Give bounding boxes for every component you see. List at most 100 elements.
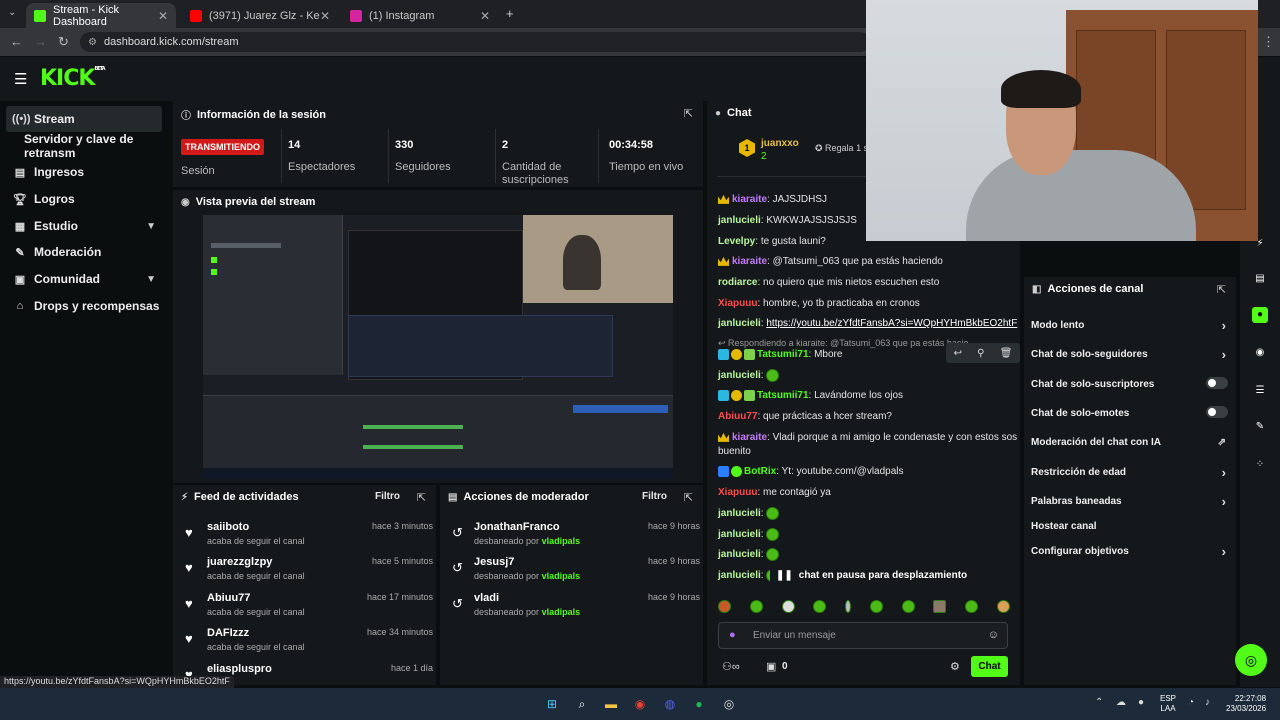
forward-icon[interactable]: → <box>34 34 47 49</box>
obs-icon[interactable]: ◎ <box>720 695 738 713</box>
emote-icon[interactable] <box>749 600 763 613</box>
filter-button[interactable]: Filtro <box>642 491 667 502</box>
close-icon[interactable]: ✕ <box>320 9 330 23</box>
windows-start-icon[interactable]: ⊞ <box>543 695 561 713</box>
kick-logo[interactable]: KICKBETA <box>40 66 106 91</box>
emote-icon[interactable] <box>718 600 731 613</box>
emote-icon[interactable] <box>781 600 795 613</box>
chat-username[interactable]: janlucieli <box>718 370 761 381</box>
emote-icon[interactable] <box>813 600 827 613</box>
microphone-icon[interactable]: ● <box>1138 697 1144 708</box>
emote-icon[interactable] <box>965 600 979 613</box>
action-host-channel[interactable]: Hostear canal <box>1031 521 1231 532</box>
mod-action-by[interactable]: vladipals <box>542 571 581 581</box>
mod-action-by[interactable]: vladipals <box>542 607 581 617</box>
more-icon[interactable]: ⁘ <box>1252 457 1268 473</box>
action-ai-moderation[interactable]: Moderación del chat con IA ⇗ <box>1031 437 1231 448</box>
tray-chevron-icon[interactable]: ⌃ <box>1095 697 1103 708</box>
list-icon[interactable]: ☰ <box>1252 383 1268 399</box>
chat-username[interactable]: janlucieli <box>718 508 761 519</box>
trash-icon[interactable]: 🗑︎ <box>1000 348 1013 359</box>
emote-icon[interactable] <box>869 600 883 613</box>
sidebar-item-ingresos[interactable]: ▤ Ingresos <box>6 159 162 185</box>
subscribers-only-toggle[interactable] <box>1206 377 1228 389</box>
tray-app-icon[interactable]: ☁ <box>1116 697 1126 708</box>
action-followers-only[interactable]: Chat de solo-seguidores › <box>1031 347 1231 362</box>
chrome-icon[interactable]: ◉ <box>631 695 649 713</box>
chat-username[interactable]: kiaraite <box>732 432 767 443</box>
activity-user[interactable]: Abiuu77 <box>207 592 250 604</box>
back-icon[interactable]: ← <box>10 34 23 49</box>
sidebar-item-moderacion[interactable]: ✎ Moderación <box>6 239 162 265</box>
action-age-restriction[interactable]: Restricción de edad › <box>1031 465 1231 480</box>
discord-icon[interactable]: ◍ <box>661 695 679 713</box>
site-info-icon[interactable]: ⚙ <box>88 37 97 48</box>
action-banned-words[interactable]: Palabras baneadas › <box>1031 494 1231 509</box>
tab-instagram[interactable]: (1) Instagram ✕ <box>342 3 498 28</box>
search-icon[interactable]: ⌕ <box>573 695 591 713</box>
url-field[interactable]: ⚙ dashboard.kick.com/stream <box>80 32 870 52</box>
mod-action-user[interactable]: vladi <box>474 592 499 604</box>
chat-username[interactable]: janlucieli <box>718 318 761 329</box>
expand-icon[interactable]: ⇱ <box>684 107 693 120</box>
expand-icon[interactable]: ⇱ <box>417 491 426 504</box>
sidebar-item-server-key[interactable]: Servidor y clave de retransm <box>18 132 178 160</box>
mod-action-user[interactable]: JonathanFranco <box>474 521 560 533</box>
chat-send-button[interactable]: Chat <box>971 656 1008 677</box>
clock[interactable]: 22:27:08 23/03/2026 <box>1226 694 1266 714</box>
chat-username[interactable]: Xiapuuu <box>718 298 757 309</box>
reload-icon[interactable]: ↻ <box>58 34 69 50</box>
chat-username[interactable]: Xiapuuu <box>718 487 757 498</box>
chat-username[interactable]: kiaraite <box>732 256 767 267</box>
chat-link[interactable]: https://youtu.be/zYfdtFansbA?si=WQpHYHmB… <box>766 318 1017 329</box>
tab-list-icon[interactable]: ⌄ <box>8 7 16 18</box>
chat-username[interactable]: Tatsumii71 <box>757 390 809 401</box>
chat-username[interactable]: janlucieli <box>718 570 761 581</box>
chat-paused-banner[interactable]: ❚❚ chat en pausa para desplazamiento <box>770 565 970 585</box>
file-explorer-icon[interactable]: ▬ <box>602 695 620 713</box>
chat-username[interactable]: janlucieli <box>718 529 761 540</box>
action-slow-mode[interactable]: Modo lento › <box>1031 318 1231 333</box>
clipboard-icon[interactable]: ▤ <box>1252 271 1268 287</box>
sidebar-item-comunidad[interactable]: ▣ Comunidad ▼ <box>6 266 162 292</box>
chat-username[interactable]: janlucieli <box>718 215 761 226</box>
expand-icon[interactable]: ⇱ <box>1217 283 1226 296</box>
spotify-icon[interactable]: ● <box>690 695 708 713</box>
close-icon[interactable]: ✕ <box>158 9 168 23</box>
pin-icon[interactable]: ⚲ <box>977 348 984 359</box>
activity-user[interactable]: DAFIzzz <box>207 627 249 639</box>
browser-menu-icon[interactable]: ⋮ <box>1262 34 1275 50</box>
tab-youtube[interactable]: (3971) Juarez Glz - Kendo (Visu ✕ <box>182 3 338 28</box>
emoji-icon[interactable]: ☺ <box>988 629 999 641</box>
emotes-only-toggle[interactable] <box>1206 406 1228 418</box>
mod-action-user[interactable]: Jesusj7 <box>474 556 514 568</box>
broadcast-icon[interactable]: ◉ <box>1252 345 1268 361</box>
new-tab-icon[interactable]: + <box>506 6 514 21</box>
chat-input[interactable]: ● Enviar un mensaje ☺ <box>718 622 1008 649</box>
activity-user[interactable]: juarezzglzpy <box>207 556 272 568</box>
mod-action-by[interactable]: vladipals <box>542 536 581 546</box>
network-icon[interactable]: ◔ <box>1188 697 1194 708</box>
chat-username[interactable]: Tatsumii71 <box>757 349 809 360</box>
wrench-icon[interactable]: ✎ <box>1252 419 1268 435</box>
emote-icon[interactable] <box>933 600 947 613</box>
chat-username[interactable]: rodiarce <box>718 277 757 288</box>
activity-user[interactable]: eliaspluspro <box>207 663 272 675</box>
microphone-icon[interactable]: ● <box>729 629 736 641</box>
reply-icon[interactable]: ↩ <box>954 348 962 359</box>
sidebar-item-estudio[interactable]: ▦ Estudio ▼ <box>6 213 162 239</box>
filter-button[interactable]: Filtro <box>375 491 400 502</box>
gear-icon[interactable]: ⚙ <box>950 660 960 673</box>
chat-username[interactable]: Levelpy <box>718 236 755 247</box>
emote-icon[interactable] <box>901 600 915 613</box>
chat-username[interactable]: kiaraite <box>732 194 767 205</box>
emote-icon[interactable] <box>996 600 1010 613</box>
sidebar-item-logros[interactable]: 🏆︎ Logros <box>6 186 162 212</box>
sidebar-item-stream[interactable]: ((•)) Stream <box>6 106 162 132</box>
action-configure-goals[interactable]: Configurar objetivos › <box>1031 544 1231 559</box>
chat-icon[interactable]: ● <box>1252 307 1268 323</box>
top-gifter-user[interactable]: juanxxo <box>761 138 799 149</box>
chat-username[interactable]: BotRix <box>744 466 776 477</box>
hamburger-menu-icon[interactable]: ☰ <box>14 70 27 88</box>
stream-preview-video[interactable] <box>203 215 673 479</box>
